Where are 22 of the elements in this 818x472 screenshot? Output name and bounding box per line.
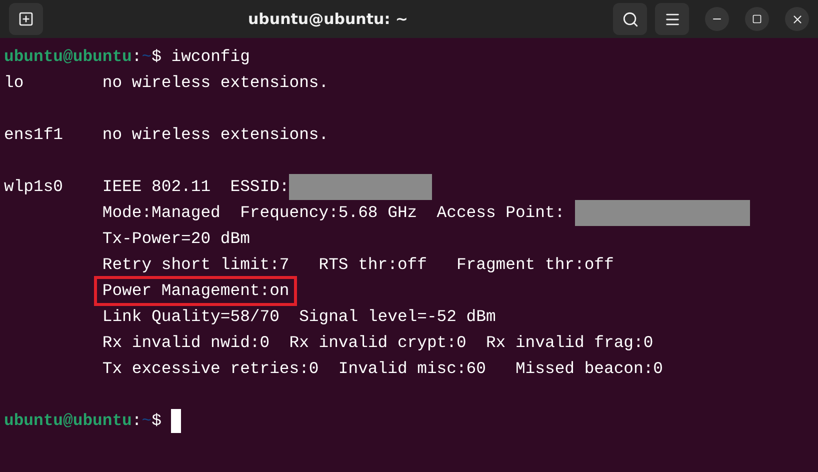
window-title: ubuntu@ubuntu: ~ xyxy=(246,10,410,28)
command-line: ubuntu@ubuntu:~$ xyxy=(4,410,162,432)
menu-button[interactable] xyxy=(655,3,689,35)
search-button[interactable] xyxy=(613,3,647,35)
output-text: ens1f1 no wireless extensions. xyxy=(4,124,329,146)
output-text: wlp1s0 IEEE 802.11 ESSID: xyxy=(4,176,290,198)
close-button[interactable] xyxy=(785,7,809,31)
command-line: ubuntu@ubuntu:~$ iwconfig xyxy=(4,46,250,68)
output-text: Tx excessive retries:0 Invalid misc:60 Missed beacon:0 xyxy=(102,358,664,380)
maximize-button[interactable] xyxy=(745,7,769,31)
search-icon xyxy=(622,10,638,28)
output-text: Link Quality=58/70 Signal level=-52 dBm xyxy=(102,306,496,328)
close-icon xyxy=(790,12,804,26)
output-text: lo no wireless extensions. xyxy=(4,72,329,94)
output-text: Tx-Power=20 dBm xyxy=(102,228,250,250)
output-text: Rx invalid nwid:0 Rx invalid crypt:0 Rx invalid frag:0 xyxy=(102,332,654,354)
maximize-icon xyxy=(752,14,762,24)
highlighted-text: Power Management:on xyxy=(94,276,298,306)
new-tab-icon xyxy=(18,11,34,27)
output-text: Retry short limit:7 RTS thr:off Fragment thr:off xyxy=(102,254,614,276)
new-tab-button[interactable] xyxy=(9,3,43,35)
output-text: Mode:Managed Frequency:5.68 GHz Access Point: xyxy=(102,202,566,224)
